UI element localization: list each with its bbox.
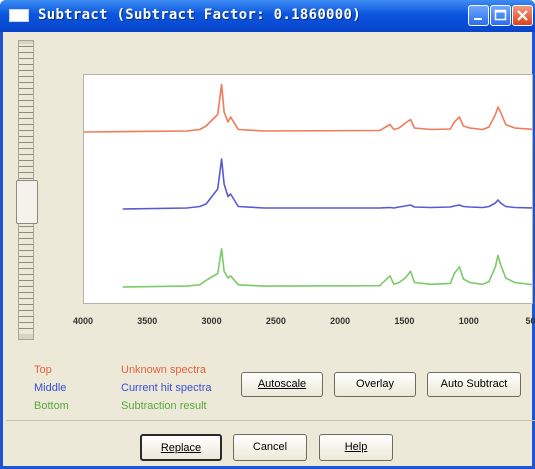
spectra-chart — [84, 83, 532, 288]
x-tick-label: 3500 — [137, 316, 158, 326]
help-button[interactable]: Help — [319, 434, 393, 461]
close-icon — [517, 10, 528, 21]
legend-key-top: Top — [34, 364, 52, 376]
cancel-button[interactable]: Cancel — [233, 434, 307, 461]
series-line-2 — [122, 158, 532, 210]
x-tick-label: 4000 — [72, 316, 94, 326]
legend-key-middle: Middle — [34, 382, 67, 394]
x-tick-label: 2000 — [330, 316, 351, 326]
subtract-dialog: Subtract (Subtract Factor: 0.1860000) 40… — [0, 0, 535, 469]
spectra-plot — [83, 74, 533, 304]
maximize-button[interactable] — [490, 5, 511, 26]
slider-thumb[interactable] — [16, 180, 38, 224]
overlay-button[interactable]: Overlay — [334, 372, 416, 397]
replace-label: Replace — [160, 442, 202, 454]
series-line-1 — [84, 83, 532, 133]
footer-divider — [6, 420, 535, 421]
minimize-button[interactable] — [468, 5, 489, 26]
legend-value-bottom: Subtraction result — [121, 400, 207, 412]
replace-button[interactable]: Replace — [140, 434, 222, 461]
title-bar[interactable]: Subtract (Subtract Factor: 0.1860000) — [0, 0, 535, 32]
autoscale-label: Autoscale — [257, 378, 307, 390]
series-line-3 — [122, 248, 532, 288]
help-label: Help — [344, 441, 368, 453]
window-icon — [9, 9, 29, 22]
auto-subtract-button[interactable]: Auto Subtract — [427, 372, 521, 397]
cancel-label: Cancel — [252, 441, 288, 453]
maximize-icon — [494, 9, 507, 21]
minimize-icon — [474, 18, 482, 20]
x-tick-label: 3000 — [201, 316, 222, 326]
legend-value-top: Unknown spectra — [121, 364, 206, 376]
legend-value-middle: Current hit spectra — [121, 382, 212, 394]
overlay-label: Overlay — [356, 378, 394, 390]
x-tick-label: 1500 — [394, 316, 415, 326]
window-title: Subtract (Subtract Factor: 0.1860000) — [38, 7, 361, 23]
x-tick-label: 1000 — [458, 316, 479, 326]
autoscale-button[interactable]: Autoscale — [241, 372, 323, 397]
x-tick-label: 2500 — [265, 316, 286, 326]
close-button[interactable] — [512, 5, 533, 26]
legend-key-bottom: Bottom — [34, 400, 69, 412]
auto-subtract-label: Auto Subtract — [440, 378, 508, 390]
subtract-factor-slider[interactable] — [16, 40, 38, 340]
x-tick-label: 500 — [525, 316, 535, 326]
